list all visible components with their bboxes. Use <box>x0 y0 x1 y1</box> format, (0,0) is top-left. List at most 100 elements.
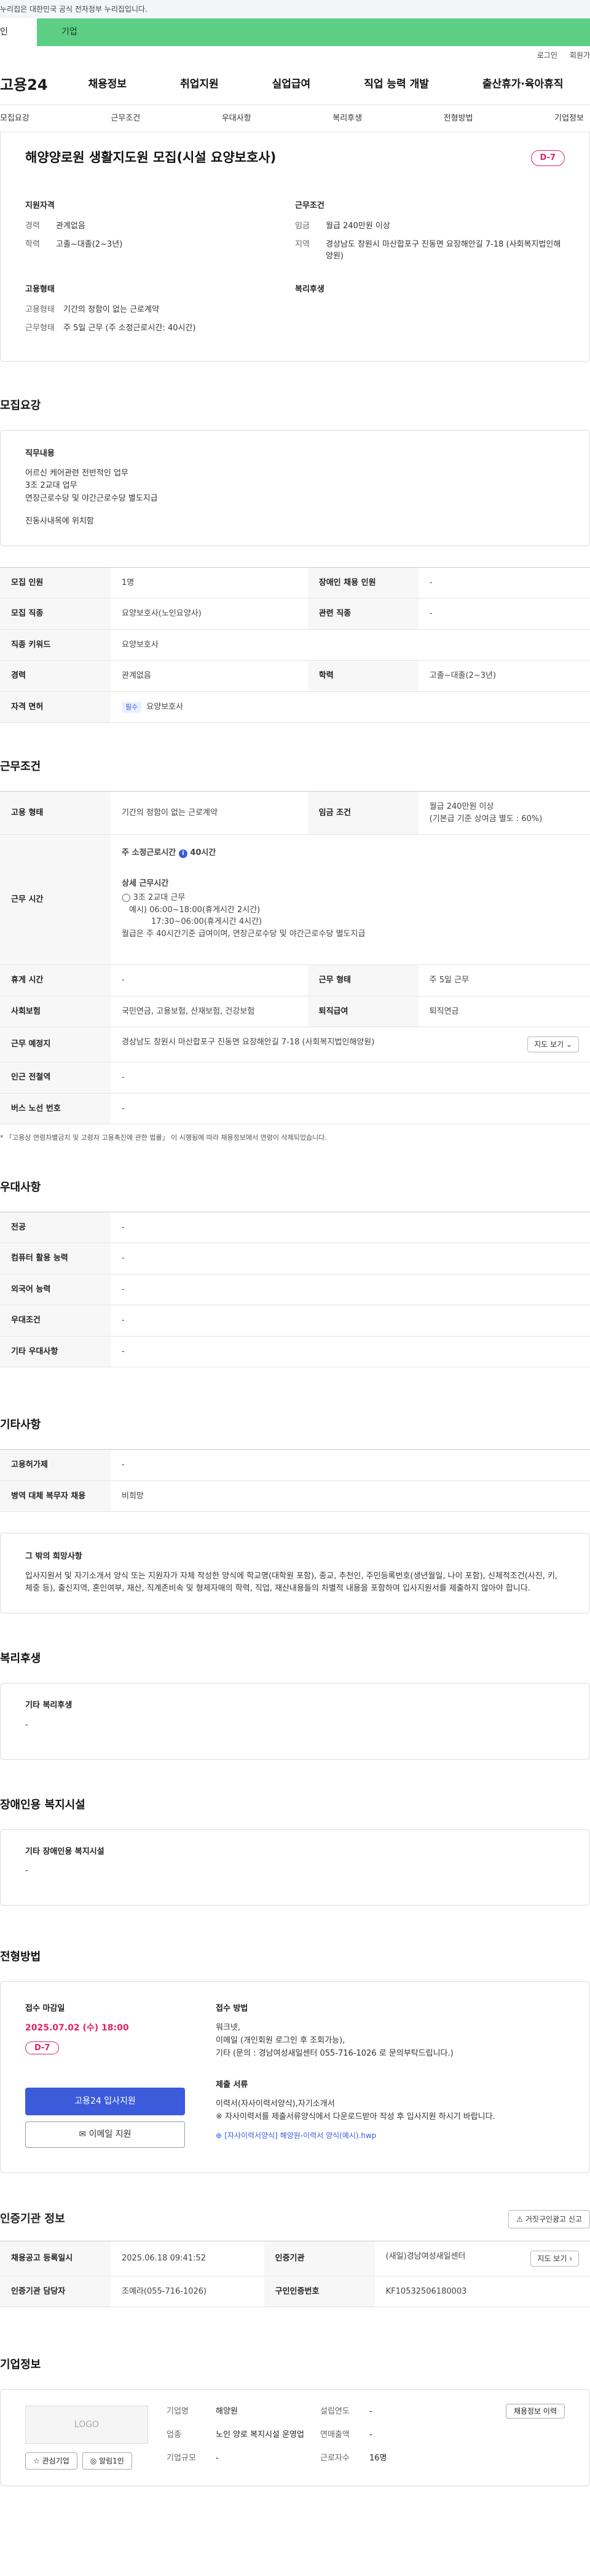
row-value: 관계없음 <box>111 660 308 692</box>
section-title-welfare: 복리후생 <box>0 1652 41 1666</box>
docs-heading: 제출 서류 <box>216 2080 248 2089</box>
chevron-down-icon: ⌄ <box>565 1040 572 1049</box>
star-icon: ☆ <box>33 2457 40 2466</box>
site-logo[interactable]: 고용24 <box>0 74 61 96</box>
welfare-heading: 복리후생 <box>295 284 324 294</box>
hours-cell: 주 소정근로시간 i 40시간 상세 근무시간 ◯ 3조 2교대 근무 예시) … <box>111 834 590 966</box>
table-row: 버스 노선 번호 - <box>0 1093 590 1125</box>
tab-individual[interactable]: 인 <box>0 18 37 46</box>
row-label: 모집 인원 <box>0 567 111 599</box>
pref-table: 전공 - 컴퓨터 활용 능력 - 외국어 능력 - 우대조건 - 기타 우대사항 - <box>0 1211 590 1368</box>
row-label: 전공 <box>0 1212 111 1244</box>
hire-history-column: 채용정보 이력 <box>505 2404 565 2470</box>
lnb-item-recruit[interactable]: 모집요강 <box>0 113 30 125</box>
signup-link[interactable]: 회원가 <box>570 50 590 61</box>
alert-label: 알림1인 <box>99 2457 124 2466</box>
row-label: 퇴직급여 <box>307 996 419 1028</box>
cert-section: 인증기관 정보 ⚠ 거짓구인광고 신고 채용공고 등록일시 2025.06.18 … <box>0 2209 590 2308</box>
duty-line: 어르신 케어관련 전반적인 업무 <box>25 468 128 478</box>
map-button[interactable]: 지도 보기 ⌄ <box>527 1036 579 1053</box>
lnb-item-apply[interactable]: 전형방법 <box>444 113 473 125</box>
alert-button[interactable]: ◎ 알림1인 <box>82 2452 132 2470</box>
hire-history-button[interactable]: 채용정보 이력 <box>505 2404 565 2419</box>
table-row: 인증기관 담당자 조예라(055-716-1026) 구인인증번호 KF105325… <box>0 2276 590 2308</box>
section-title-apply: 전형방법 <box>0 1950 41 1963</box>
row-label: 학력 <box>307 660 419 692</box>
tab-business[interactable]: 기업 <box>37 18 590 46</box>
row-value: - <box>111 1062 590 1094</box>
row-value: - <box>111 1212 590 1244</box>
etc-table: 고용허가제 - 병역 대체 복무자 채용 비희망 <box>0 1449 590 1513</box>
section-title-pref: 우대사항 <box>0 1180 41 1194</box>
mail-icon: ✉ <box>79 2129 87 2139</box>
table-row: 고용허가제 - <box>0 1449 590 1481</box>
row-value: 국민연금, 고용보험, 산재보험, 건강보험 <box>111 996 308 1028</box>
login-link[interactable]: 로그인 <box>537 50 557 61</box>
download-icon: ⊕ <box>216 2131 222 2140</box>
company-value: - <box>369 2430 372 2440</box>
apply-button[interactable]: 고용24 입사지원 <box>25 2087 185 2115</box>
row-value: - <box>111 1449 590 1481</box>
gnb-menu: 채용정보 취업지원 실업급여 직업 능력 개발 출산휴가·육아휴직 <box>61 77 590 93</box>
info-icon[interactable]: i <box>178 849 187 859</box>
wage-value: 월급 240만원 이상 <box>326 221 390 231</box>
apply-dday-badge: D-7 <box>25 2041 60 2055</box>
util-bar: 로그인 회원가 <box>0 46 590 65</box>
apply-section: 전형방법 접수 마감일 2025.07.02 (수) 18:00 D-7 고용2… <box>0 1949 590 2173</box>
email-apply-button[interactable]: ✉ 이메일 지원 <box>25 2121 185 2148</box>
row-value: 기간의 정함이 없는 근로계약 <box>111 791 308 835</box>
table-row: 기타 우대사항 - <box>0 1336 590 1368</box>
row-value: 2025.06.18 09:41:52 <box>111 2241 264 2276</box>
hours-detail-heading: 상세 근무시간 <box>122 878 169 888</box>
report-button[interactable]: ⚠ 거짓구인광고 신고 <box>508 2209 590 2228</box>
gnb-item-employment-support[interactable]: 취업지원 <box>180 77 219 93</box>
required-tag: 필수 <box>122 701 142 714</box>
job-summary-card: 해양양로원 생활지도원 모집(시설 요양보호사) D-7 지원자격 경력 관계없음… <box>0 132 590 362</box>
row-label: 근무 형태 <box>307 964 419 996</box>
row-value: - <box>111 1093 590 1125</box>
table-row: 자격 면허 필수 요양보호사 <box>0 691 590 723</box>
row-value: - <box>418 567 590 599</box>
cert-map-button[interactable]: 지도 보기 › <box>530 2250 579 2267</box>
apply-box: 접수 마감일 2025.07.02 (수) 18:00 D-7 고용24 입사지… <box>0 1981 590 2173</box>
row-label: 관련 직종 <box>307 598 419 630</box>
row-label: 장애인 채용 인원 <box>307 567 419 599</box>
table-row: 전공 - <box>0 1212 590 1244</box>
table-row: 경력 관계없음 학력 고졸~대졸(2~3년) <box>0 660 590 692</box>
other-wishes-text: 입사지원서 및 자기소개서 양식 또는 지원자가 자체 작성한 양식에 학교명(… <box>25 1571 558 1594</box>
row-value: KF10532506180003 <box>374 2276 590 2308</box>
welfare-box-heading: 기타 복리후생 <box>25 1701 73 1711</box>
row-value: - <box>418 598 590 630</box>
dday-badge: D-7 <box>530 150 565 166</box>
table-row: 직종 키워드 요양보호사 <box>0 629 590 661</box>
region-label: 지역 <box>295 239 310 249</box>
gnb-item-training[interactable]: 직업 능력 개발 <box>364 77 429 93</box>
wage-label: 임금 <box>295 221 310 231</box>
gnb-item-parental-leave[interactable]: 출산휴가·육아휴직 <box>482 77 564 93</box>
gnb-item-jobs[interactable]: 채용정보 <box>88 77 127 93</box>
favorite-company-button[interactable]: ☆ 관심기업 <box>25 2452 77 2470</box>
career-label: 경력 <box>25 221 40 231</box>
lnb-item-welfare[interactable]: 복리후생 <box>332 113 362 125</box>
company-info-grid: 기업명 해양원 설립연도 - 업종 노인 양로 복지시설 운영업 연매출액 - 기업규모… <box>167 2406 449 2470</box>
row-label: 자격 면허 <box>0 691 111 723</box>
lnb-item-company[interactable]: 기업정보 <box>554 113 584 125</box>
gnb-item-unemployment-benefits[interactable]: 실업급여 <box>272 77 311 93</box>
disabled-box-heading: 기타 장애인용 복지시설 <box>25 1847 104 1856</box>
company-value: 노인 양로 복지시설 운영업 <box>216 2430 304 2440</box>
lnb-item-work[interactable]: 근무조건 <box>111 113 140 125</box>
worktype-label: 근무형태 <box>25 323 55 333</box>
disabled-facility-section: 장애인용 복지시설 기타 장애인용 복지시설 - <box>0 1797 590 1906</box>
docs-download-link[interactable]: [자사이력서양식] 해양원-이력서 양식(예시).hwp <box>224 2131 376 2140</box>
table-row: 고용 형태 기간의 정함이 없는 근로계약 임금 조건 월급 240만원 이상 (기… <box>0 791 590 835</box>
cert-map-label: 지도 보기 <box>537 2254 567 2263</box>
report-button-label: 거짓구인광고 신고 <box>525 2214 582 2224</box>
table-row: 휴게 시간 - 근무 형태 주 5일 근무 <box>0 964 590 996</box>
age-law-note: * 「고용상 연령차별금지 및 고령자 고용촉진에 관한 법률」 이 시행됨에 … <box>0 1134 327 1142</box>
table-row: 컴퓨터 활용 능력 - <box>0 1242 590 1274</box>
table-row: 병역 대체 복무자 채용 비희망 <box>0 1481 590 1513</box>
region-value: 경상남도 창원시 마산합포구 진동면 요장해안길 7-18 (사회복지법인해양원… <box>326 239 561 261</box>
row-label: 휴게 시간 <box>0 964 111 996</box>
row-label: 고용 형태 <box>0 791 111 835</box>
lnb-item-pref[interactable]: 우대사항 <box>222 113 251 125</box>
